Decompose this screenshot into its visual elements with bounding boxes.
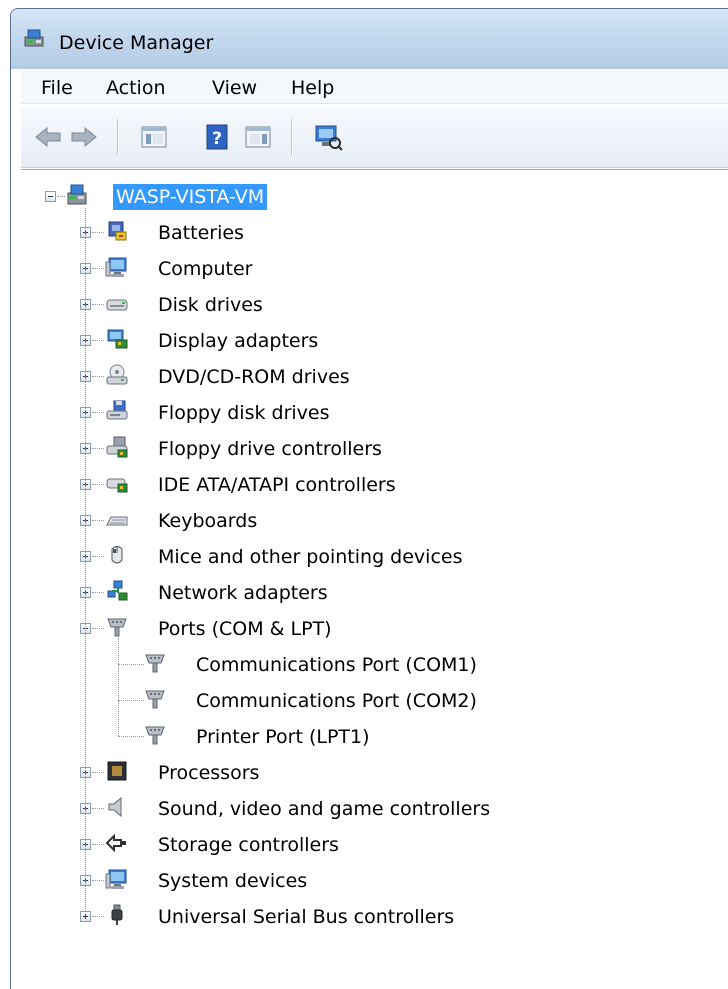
toolbar-separator [117, 119, 118, 155]
toolbar: ? [21, 107, 728, 168]
tree-item-mice-and-other-pointing-devices[interactable]: Mice and other pointing devices [21, 542, 721, 572]
tree-connector [85, 208, 86, 911]
device-tree[interactable]: WASP-VISTA-VM Batteries Computer Disk drive… [21, 169, 728, 989]
device-manager-icon [24, 29, 44, 47]
tree-item-label: Floppy drive controllers [158, 438, 382, 460]
show-hide-action-pane-button[interactable] [243, 122, 273, 152]
tree-root-wasp-vista-vm[interactable]: WASP-VISTA-VM [21, 182, 721, 212]
tree-item-label: Mice and other pointing devices [158, 546, 463, 568]
tree-item-label: Universal Serial Bus controllers [158, 906, 455, 928]
tree-item-label: Storage controllers [158, 834, 339, 856]
svg-text:?: ? [212, 129, 222, 149]
tree-item-label: Batteries [158, 222, 244, 244]
tree-connector [118, 638, 119, 736]
tree-item-label: DVD/CD-ROM drives [158, 366, 350, 388]
tree-item-sound-video-and-game-controllers[interactable]: Sound, video and game controllers [21, 794, 721, 824]
tree-item-ide-ata-atapi-controllers[interactable]: IDE ATA/ATAPI controllers [21, 470, 721, 500]
tree-item-floppy-drive-controllers[interactable]: Floppy drive controllers [21, 434, 721, 464]
scan-hardware-button[interactable] [313, 122, 343, 152]
title-bar[interactable]: Device Manager [11, 9, 728, 69]
tree-item-label: Ports (COM & LPT) [158, 618, 332, 640]
tree-item-computer[interactable]: Computer [21, 254, 721, 284]
menu-action[interactable]: Action [106, 77, 166, 99]
help-button[interactable]: ? [203, 122, 233, 152]
tree-item-label: WASP-VISTA-VM [113, 184, 268, 210]
tree-item-label: IDE ATA/ATAPI controllers [158, 474, 396, 496]
tree-item-label: Computer [158, 258, 253, 280]
menu-bar: File Action View Help [21, 71, 728, 104]
tree-item-label: Sound, video and game controllers [158, 798, 491, 820]
tree-item-label: Network adapters [158, 582, 328, 604]
tree-item-label: Keyboards [158, 510, 258, 532]
back-button[interactable] [33, 122, 63, 152]
device-manager-window: Device Manager File Action View Help ? W… [10, 8, 728, 989]
tree-item-label: Printer Port (LPT1) [196, 726, 370, 748]
tree-item-network-adapters[interactable]: Network adapters [21, 578, 721, 608]
menu-help[interactable]: Help [291, 77, 334, 99]
tree-item-disk-drives[interactable]: Disk drives [21, 290, 721, 320]
tree-item-system-devices[interactable]: System devices [21, 866, 721, 896]
show-hide-console-tree-button[interactable] [139, 122, 169, 152]
tree-item-label: Disk drives [158, 294, 263, 316]
tree-item-label: Communications Port (COM2) [196, 690, 477, 712]
tree-item-processors[interactable]: Processors [21, 758, 721, 788]
menu-file[interactable]: File [41, 77, 73, 99]
toolbar-separator [291, 119, 292, 155]
forward-button[interactable] [69, 122, 99, 152]
tree-item-keyboards[interactable]: Keyboards [21, 506, 721, 536]
window-title: Device Manager [59, 32, 214, 54]
tree-item-communications-port-com1[interactable]: Communications Port (COM1) [21, 650, 721, 680]
tree-item-communications-port-com2[interactable]: Communications Port (COM2) [21, 686, 721, 716]
tree-item-dvd-cd-rom-drives[interactable]: DVD/CD-ROM drives [21, 362, 721, 392]
tree-item-label: Communications Port (COM1) [196, 654, 477, 676]
tree-item-storage-controllers[interactable]: Storage controllers [21, 830, 721, 860]
tree-item-universal-serial-bus-controllers[interactable]: Universal Serial Bus controllers [21, 902, 721, 932]
tree-item-batteries[interactable]: Batteries [21, 218, 721, 248]
tree-item-printer-port-lpt1[interactable]: Printer Port (LPT1) [21, 722, 721, 752]
tree-item-label: Floppy disk drives [158, 402, 330, 424]
tree-item-floppy-disk-drives[interactable]: Floppy disk drives [21, 398, 721, 428]
tree-item-label: System devices [158, 870, 308, 892]
tree-item-display-adapters[interactable]: Display adapters [21, 326, 721, 356]
tree-item-label: Processors [158, 762, 260, 784]
tree-item-ports-com-lpt[interactable]: Ports (COM & LPT) [21, 614, 721, 644]
tree-item-label: Display adapters [158, 330, 319, 352]
menu-view[interactable]: View [212, 77, 257, 99]
